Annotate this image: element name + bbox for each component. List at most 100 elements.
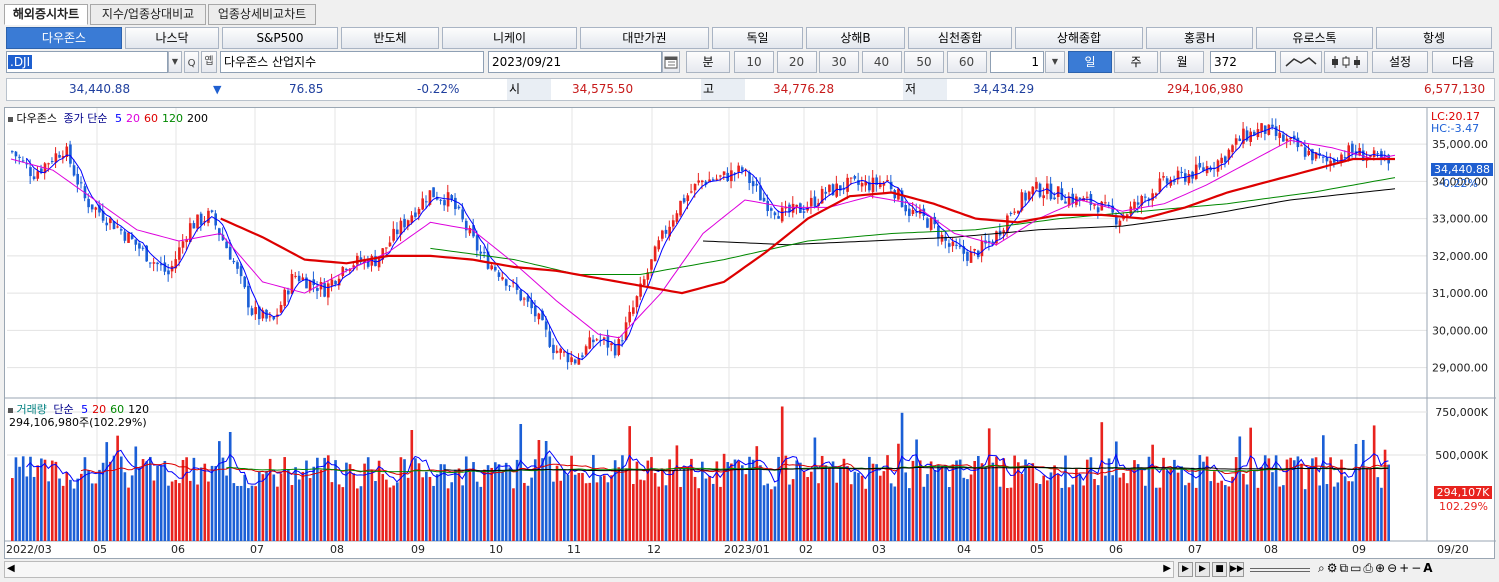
memo-button[interactable]: 옙 [201, 51, 217, 73]
minute-button[interactable]: 분 [686, 51, 730, 73]
price-volume-chart[interactable]: 35,000.0034,000.0033,000.0032,000.0031,0… [5, 108, 1496, 560]
candle-body [232, 260, 236, 263]
market-button-2[interactable]: S&P500 [222, 27, 338, 49]
market-button-7[interactable]: 상해B [806, 27, 905, 49]
period-button-2[interactable]: 월 [1160, 51, 1204, 73]
gear-icon[interactable]: ⚙ [1327, 561, 1340, 575]
interval-button-50[interactable]: 50 [904, 51, 944, 73]
count-input[interactable]: 1 [990, 51, 1044, 73]
period-button-1[interactable]: 주 [1114, 51, 1158, 73]
text-a-icon[interactable]: A [1423, 561, 1434, 575]
market-button-11[interactable]: 유로스톡 [1256, 27, 1373, 49]
candle-body [588, 337, 592, 349]
symbol-code-input[interactable]: .DJI [6, 51, 168, 73]
fast-forward-button[interactable]: ▶▶ [1229, 562, 1244, 577]
candle-body [58, 154, 61, 158]
volume-bar [944, 465, 947, 541]
volume-bar [871, 463, 875, 541]
search-button[interactable]: Q [184, 51, 199, 73]
market-button-8[interactable]: 심천종합 [908, 27, 1012, 49]
volume-bar [679, 486, 682, 541]
market-button-0[interactable]: 다우존스 [6, 27, 122, 49]
volume-bar [704, 478, 708, 541]
market-button-3[interactable]: 반도체 [341, 27, 439, 49]
volume-bar [316, 457, 319, 541]
volume-bar [381, 473, 385, 541]
zoom-slider[interactable] [1250, 568, 1310, 572]
scroll-right-icon[interactable]: ▶ [1163, 563, 1171, 574]
volume-pct-tag: 102.29% [1439, 500, 1488, 513]
next-button[interactable]: 다음 [1432, 51, 1494, 73]
market-button-10[interactable]: 홍콩H [1146, 27, 1253, 49]
volume-bar [454, 469, 457, 541]
price-change: 76.85 [289, 82, 324, 96]
symbol-dropdown-button[interactable]: ▼ [168, 51, 182, 73]
scroll-left-icon[interactable]: ◀ [7, 563, 15, 574]
chart-panel[interactable]: 35,000.00 34,000.00 33,000.00 32,000.00 31,0… [4, 107, 1496, 560]
volume-bar [937, 465, 940, 541]
volume-bar [857, 472, 860, 541]
candle-body [119, 229, 123, 231]
volume-bar [479, 486, 483, 541]
zoom-out-icon[interactable]: ⊖ [1387, 561, 1399, 575]
tab-overseas-chart[interactable]: 해외증시차트 [4, 4, 88, 25]
volume-bar [1376, 477, 1380, 541]
chart-type-button[interactable] [1280, 51, 1322, 73]
scroll-next-button[interactable]: ▶ [1178, 562, 1193, 577]
candle-body [802, 211, 806, 213]
market-button-5[interactable]: 대만가권 [580, 27, 709, 49]
volume-bar [751, 459, 755, 541]
volume-bar [490, 467, 493, 541]
copy-icon[interactable]: ⧉ [1340, 561, 1351, 575]
volume-bar [1191, 467, 1194, 541]
candle-body [1351, 143, 1354, 153]
candle-body [1013, 211, 1016, 213]
candle-body [294, 275, 297, 277]
zoom-controls[interactable]: ⌕⚙⧉▭⎙⊕⊖+−A [1318, 561, 1435, 576]
interval-button-20[interactable]: 20 [776, 51, 817, 73]
print-icon[interactable]: ⎙ [1363, 561, 1375, 575]
settings-button[interactable]: 설정 [1372, 51, 1428, 73]
legend-marker-icon [8, 116, 13, 122]
candle-body [1198, 162, 1202, 168]
candle-body [76, 173, 79, 185]
minus-icon[interactable]: − [1411, 561, 1423, 575]
candle-body [178, 247, 181, 260]
calendar-button[interactable] [662, 51, 680, 73]
zoom-in-icon[interactable]: ⊕ [1375, 561, 1387, 575]
candle-body [225, 241, 228, 249]
search-icon[interactable]: ⌕ [1318, 561, 1327, 575]
tab-sector-compare[interactable]: 업종상세비교차트 [208, 4, 316, 25]
tab-index-compare[interactable]: 지수/업종상대비교 [90, 4, 206, 25]
window-icon[interactable]: ▭ [1350, 561, 1363, 575]
volume-bar [1311, 458, 1314, 541]
market-button-9[interactable]: 상해종합 [1015, 27, 1143, 49]
bar-count-input[interactable]: 372 [1210, 51, 1276, 73]
volume-bar [457, 468, 461, 541]
market-button-6[interactable]: 독일 [712, 27, 803, 49]
market-button-12[interactable]: 항셍 [1376, 27, 1492, 49]
volume-bar [69, 479, 72, 541]
volume-bar [1031, 463, 1035, 541]
count-dropdown-button[interactable]: ▼ [1045, 51, 1065, 73]
interval-button-10[interactable]: 10 [734, 51, 774, 73]
indicator-button[interactable] [1324, 51, 1368, 73]
play-button[interactable]: ▶ [1195, 562, 1210, 577]
market-button-4[interactable]: 니케이 [442, 27, 577, 49]
candle-body [504, 279, 508, 286]
stop-button[interactable]: ■ [1212, 562, 1227, 577]
volume-bar [1336, 482, 1340, 541]
market-button-1[interactable]: 나스닥 [125, 27, 219, 49]
candle-body [544, 321, 548, 330]
volume-bar [1267, 458, 1271, 541]
horizontal-scrollbar[interactable]: ◀ ▶ [4, 561, 1174, 578]
interval-button-60[interactable]: 60 [946, 51, 987, 73]
price-tick-label: 30,000.00 [1432, 324, 1488, 337]
interval-button-40[interactable]: 40 [861, 51, 902, 73]
plus-icon[interactable]: + [1399, 561, 1411, 575]
interval-button-30[interactable]: 30 [819, 51, 859, 73]
date-input[interactable]: 2023/09/21 [488, 51, 662, 73]
candle-body [780, 207, 784, 222]
period-button-0[interactable]: 일 [1068, 51, 1112, 73]
volume-bar [639, 479, 642, 541]
